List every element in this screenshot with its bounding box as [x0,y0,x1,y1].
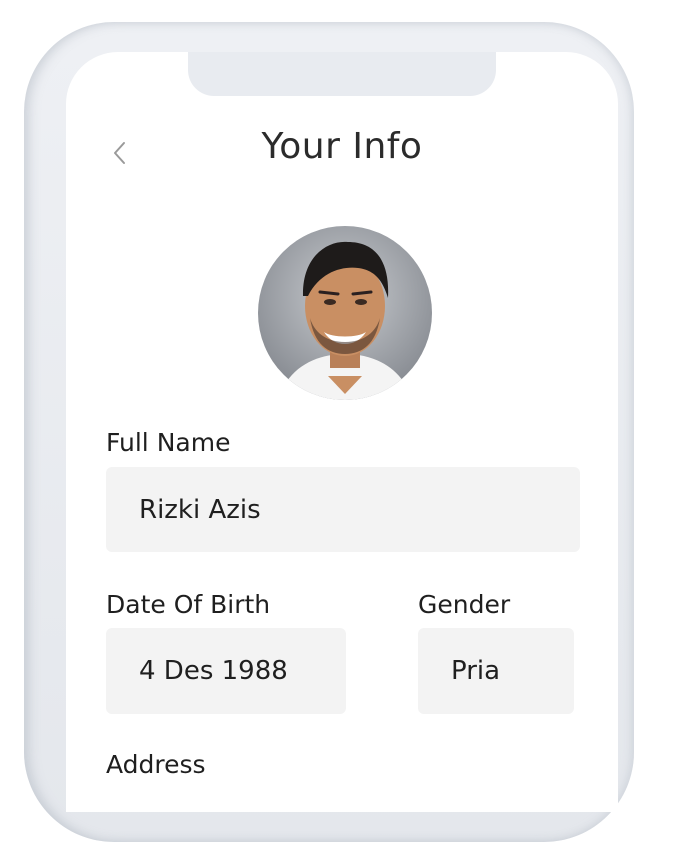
gender-field[interactable]: Pria [418,628,574,714]
gender-label: Gender [418,590,511,619]
full-name-value: Rizki Azis [139,494,261,525]
avatar[interactable] [258,226,432,400]
user-avatar-photo [258,226,432,400]
phone-screen: Your Info Full Name Rizki Azis Date Of B… [66,52,618,812]
full-name-field[interactable]: Rizki Azis [106,467,580,552]
address-label: Address [106,750,206,779]
date-of-birth-field[interactable]: 4 Des 1988 [106,628,346,714]
date-of-birth-value: 4 Des 1988 [139,656,288,686]
date-of-birth-label: Date Of Birth [106,590,271,619]
phone-notch [188,52,496,96]
full-name-label: Full Name [106,428,231,457]
page-title: Your Info [261,126,423,167]
gender-value: Pria [451,656,501,686]
